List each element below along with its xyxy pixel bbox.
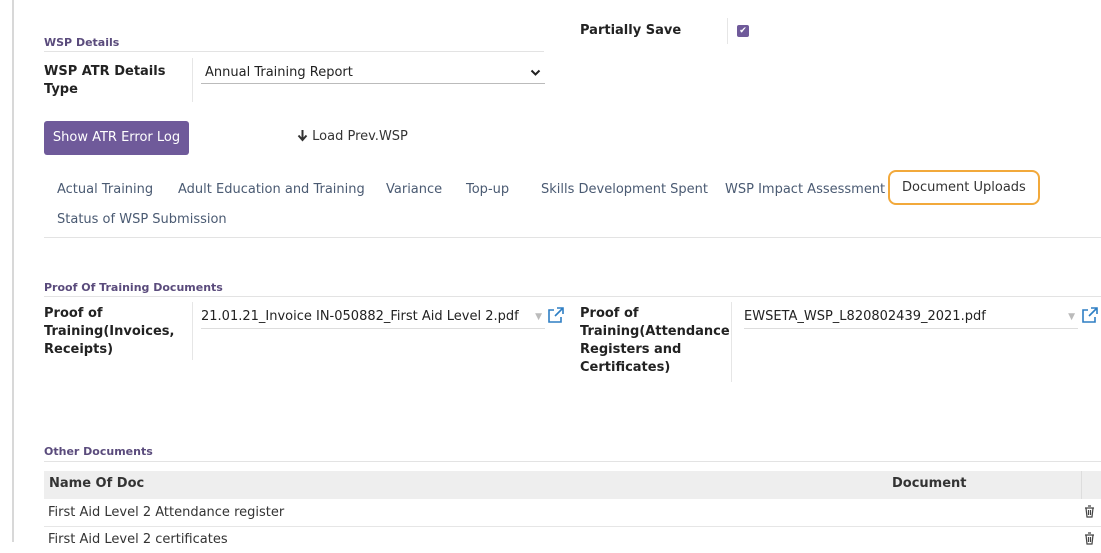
external-link-icon[interactable] <box>1081 306 1099 324</box>
doc-name: First Aid Level 2 Attendance register <box>48 505 285 520</box>
proof-divider <box>44 296 1101 297</box>
other-documents-divider <box>44 461 1101 462</box>
other-documents-title: Other Documents <box>44 445 153 458</box>
arrow-down-icon <box>297 129 308 146</box>
wsp-atr-details-type-select[interactable]: Annual Training Report <box>201 62 545 84</box>
field-divider <box>731 302 732 382</box>
field-divider <box>192 302 193 360</box>
partially-save-label: Partially Save <box>580 23 682 38</box>
tab-actual-training[interactable]: Actual Training <box>57 182 153 197</box>
proof-attendance-label: Proof of Training(Attendance Registers a… <box>580 306 730 375</box>
wsp-details-title: WSP Details <box>44 36 120 49</box>
tab-top-up[interactable]: Top-up <box>466 182 509 197</box>
doc-name: First Aid Level 2 certificates <box>48 532 228 547</box>
proof-invoices-file-field[interactable]: 21.01.21_Invoice IN-050882_First Aid Lev… <box>201 306 545 329</box>
external-link-icon[interactable] <box>547 306 565 324</box>
proof-invoices-file-name: 21.01.21_Invoice IN-050882_First Aid Lev… <box>201 309 519 324</box>
table-row[interactable]: First Aid Level 2 certificates <box>44 527 1101 553</box>
proof-attendance-file-name: EWSETA_WSP_L820802439_2021.pdf <box>744 309 986 324</box>
caret-down-icon: ▼ <box>1068 312 1075 322</box>
trash-icon[interactable] <box>1084 532 1095 548</box>
show-atr-error-log-button[interactable]: Show ATR Error Log <box>44 121 189 155</box>
trash-icon[interactable] <box>1084 505 1095 521</box>
column-document[interactable]: Document <box>892 476 967 491</box>
other-documents-table-header: Name Of Doc Document <box>44 471 1101 499</box>
caret-down-icon: ▼ <box>535 312 542 322</box>
tab-status-of-wsp-submission[interactable]: Status of WSP Submission <box>57 212 227 227</box>
column-name-of-doc[interactable]: Name Of Doc <box>49 476 144 491</box>
tab-wsp-impact-assessment[interactable]: WSP Impact Assessment <box>725 182 885 197</box>
field-divider <box>192 58 193 102</box>
proof-invoices-label: Proof of Training(Invoices, Receipts) <box>44 306 175 357</box>
tab-adult-education-and-training[interactable]: Adult Education and Training <box>178 182 365 197</box>
proof-of-training-title: Proof Of Training Documents <box>44 281 223 294</box>
tabs-divider <box>44 237 1101 238</box>
page-left-border <box>12 0 14 542</box>
load-prev-wsp-button[interactable]: Load Prev.WSP <box>297 129 408 146</box>
table-row[interactable]: First Aid Level 2 Attendance register <box>44 500 1101 527</box>
partially-save-checkbox[interactable]: ✔ <box>737 25 749 37</box>
proof-attendance-file-field[interactable]: EWSETA_WSP_L820802439_2021.pdf ▼ <box>744 306 1078 329</box>
header-divider <box>1081 471 1082 499</box>
tab-skills-development-spent[interactable]: Skills Development Spent <box>541 182 708 197</box>
wsp-atr-details-type-label: WSP ATR Details Type <box>44 64 166 97</box>
load-prev-wsp-label: Load Prev.WSP <box>312 129 408 144</box>
field-divider <box>727 18 728 44</box>
chevron-down-icon <box>530 62 541 92</box>
wsp-details-divider <box>44 51 544 52</box>
wsp-atr-details-type-value: Annual Training Report <box>205 65 353 80</box>
tab-document-uploads[interactable]: Document Uploads <box>888 170 1040 205</box>
tab-variance[interactable]: Variance <box>386 182 442 197</box>
